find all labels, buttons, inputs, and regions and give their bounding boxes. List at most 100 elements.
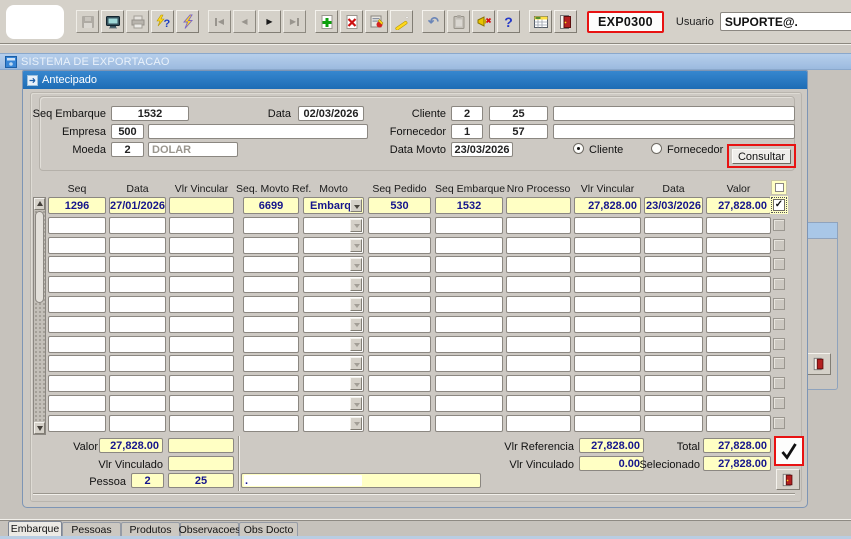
grid-cell-seq[interactable] [48, 375, 106, 392]
grid-cell-vlr-vincular-2[interactable] [574, 355, 641, 372]
grid-cell-seq[interactable] [48, 237, 106, 254]
grid-cell-data[interactable] [109, 256, 166, 273]
grid-cell-movto[interactable] [303, 276, 364, 293]
help-button[interactable]: ? [497, 10, 520, 33]
grid-cell-vlr-vincular[interactable] [169, 316, 234, 333]
grid-cell-seq-movto-ref[interactable] [243, 296, 299, 313]
grid-cell-nro-processo[interactable] [506, 336, 571, 353]
grid-cell-seq-embarque[interactable] [435, 375, 503, 392]
grid-cell-data[interactable] [109, 336, 166, 353]
seq-embarque-field[interactable]: 1532 [111, 106, 189, 121]
exit-button[interactable] [554, 10, 577, 33]
grid-cell-valor[interactable] [706, 336, 771, 353]
grid-cell-valor[interactable]: 27,828.00 [706, 197, 771, 214]
data-movto-field[interactable]: 23/03/2026 [451, 142, 513, 157]
grid-cell-vlr-vincular[interactable] [169, 197, 234, 214]
grid-cell-seq-pedido[interactable] [368, 256, 431, 273]
grid-cell-seq-pedido[interactable] [368, 217, 431, 234]
row-select-checkbox[interactable] [773, 278, 785, 290]
grid-cell-seq-pedido[interactable]: 530 [368, 197, 431, 214]
movto-dropdown-arrow-icon[interactable] [350, 318, 362, 331]
grid-cell-seq-embarque[interactable] [435, 316, 503, 333]
grid-cell-seq[interactable] [48, 336, 106, 353]
tab-pessoas[interactable]: Pessoas [62, 522, 121, 536]
grid-cell-data[interactable] [109, 276, 166, 293]
grid-cell-vlr-vincular-2[interactable] [574, 316, 641, 333]
pessoa-seq-field[interactable]: 25 [168, 473, 234, 488]
grid-cell-data-2[interactable] [644, 336, 703, 353]
row-select-checkbox[interactable] [773, 318, 785, 330]
grid-cell-nro-processo[interactable] [506, 217, 571, 234]
grid-cell-seq-pedido[interactable] [368, 336, 431, 353]
scrollbar-thumb[interactable] [35, 211, 44, 303]
grid-cell-movto[interactable] [303, 296, 364, 313]
grid-cell-seq-embarque[interactable] [435, 237, 503, 254]
grid-cell-seq-movto-ref[interactable] [243, 355, 299, 372]
row-select-checkbox[interactable]: ✓ [773, 199, 785, 211]
movto-dropdown-arrow-icon[interactable] [350, 239, 362, 252]
grid-cell-nro-processo[interactable] [506, 316, 571, 333]
fornecedor-cod-field[interactable]: 1 [451, 124, 483, 139]
cliente-cod-field[interactable]: 2 [451, 106, 483, 121]
grid-cell-seq-pedido[interactable] [368, 355, 431, 372]
grid-cell-data[interactable] [109, 355, 166, 372]
grid-cell-seq[interactable] [48, 296, 106, 313]
grid-cell-vlr-vincular[interactable] [169, 256, 234, 273]
movto-dropdown-arrow-icon[interactable] [350, 397, 362, 410]
grid-cell-data-2[interactable] [644, 217, 703, 234]
row-select-checkbox[interactable] [773, 258, 785, 270]
grid-cell-seq[interactable] [48, 256, 106, 273]
grid-cell-movto[interactable] [303, 217, 364, 234]
grid-cell-data-2[interactable] [644, 237, 703, 254]
grid-scrollbar[interactable] [33, 197, 46, 435]
empresa-cod-field[interactable]: 500 [111, 124, 144, 139]
window-titlebar[interactable]: Antecipado [23, 71, 807, 89]
grid-cell-movto[interactable]: Embarque [303, 197, 364, 214]
grid-cell-vlr-vincular[interactable] [169, 237, 234, 254]
grid-cell-movto[interactable] [303, 316, 364, 333]
grid-cell-vlr-vincular-2[interactable] [574, 237, 641, 254]
movto-dropdown-arrow-icon[interactable] [350, 298, 362, 311]
grid-cell-movto[interactable] [303, 375, 364, 392]
movto-dropdown-arrow-icon[interactable] [350, 278, 362, 291]
grid-cell-vlr-vincular-2[interactable] [574, 256, 641, 273]
tab-obs-docto[interactable]: Obs Docto [239, 522, 298, 536]
grid-cell-data-2[interactable] [644, 375, 703, 392]
grid-cell-vlr-vincular[interactable] [169, 415, 234, 432]
query-help-button[interactable]: ? [151, 10, 174, 33]
grid-cell-seq[interactable] [48, 415, 106, 432]
tab-embarque[interactable]: Embarque [8, 521, 62, 536]
clear-record-button[interactable] [390, 10, 413, 33]
grid-cell-data-2[interactable] [644, 355, 703, 372]
grid-cell-data[interactable] [109, 237, 166, 254]
grid-cell-vlr-vincular[interactable] [169, 336, 234, 353]
grid-cell-seq-pedido[interactable] [368, 276, 431, 293]
grid-cell-seq-embarque[interactable] [435, 355, 503, 372]
grid-cell-data[interactable] [109, 296, 166, 313]
vlr-vinculado-field[interactable] [168, 456, 234, 471]
total-field[interactable]: 27,828.00 [703, 438, 771, 453]
grid-cell-seq-movto-ref[interactable] [243, 256, 299, 273]
grid-cell-data[interactable] [109, 395, 166, 412]
row-select-checkbox[interactable] [773, 417, 785, 429]
grid-cell-valor[interactable] [706, 237, 771, 254]
grid-cell-vlr-vincular[interactable] [169, 217, 234, 234]
grid-cell-seq-embarque[interactable] [435, 256, 503, 273]
grid-cell-seq-movto-ref[interactable]: 6699 [243, 197, 299, 214]
scrollbar-up-button[interactable] [34, 198, 45, 210]
grid-cell-vlr-vincular[interactable] [169, 276, 234, 293]
grid-cell-vlr-vincular-2[interactable] [574, 217, 641, 234]
movto-dropdown-arrow-icon[interactable] [350, 377, 362, 390]
row-select-checkbox[interactable] [773, 377, 785, 389]
schedule-button[interactable] [529, 10, 552, 33]
cancel-query-button[interactable] [472, 10, 495, 33]
grid-cell-movto[interactable] [303, 336, 364, 353]
grid-cell-vlr-vincular[interactable] [169, 375, 234, 392]
screen-button[interactable] [101, 10, 124, 33]
row-select-checkbox[interactable] [773, 357, 785, 369]
grid-cell-seq-embarque[interactable] [435, 217, 503, 234]
grid-cell-valor[interactable] [706, 256, 771, 273]
grid-cell-seq[interactable] [48, 217, 106, 234]
valor-extra-field[interactable] [168, 438, 234, 453]
grid-cell-nro-processo[interactable] [506, 375, 571, 392]
